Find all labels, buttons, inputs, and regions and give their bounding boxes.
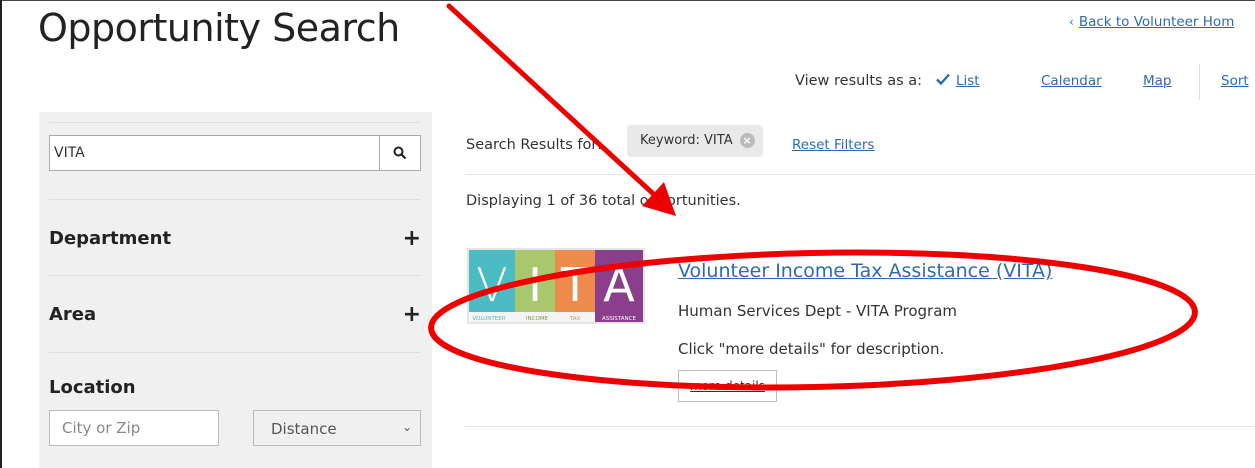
keyword-search-input[interactable] <box>50 136 384 170</box>
chevron-down-icon: ⌄ <box>401 420 412 434</box>
sidebar-divider <box>49 122 421 123</box>
svg-text:V: V <box>476 258 507 312</box>
facet-department-label[interactable]: Department <box>49 228 171 249</box>
result-item-divider <box>465 426 1255 427</box>
results-divider <box>465 174 1255 175</box>
back-link-label: Back to Volunteer Hom <box>1078 14 1235 30</box>
plus-icon[interactable]: + <box>403 304 421 326</box>
opportunity-title-link[interactable]: Volunteer Income Tax Assistance (VITA) <box>678 260 1052 282</box>
plus-icon[interactable]: + <box>403 228 421 250</box>
sidebar-divider <box>49 199 421 200</box>
facet-location-label: Location <box>49 377 136 398</box>
opportunity-description: Click "more details" for description. <box>678 340 945 358</box>
svg-text:INCOME: INCOME <box>526 316 549 322</box>
search-results-for-label: Search Results for: <box>466 137 602 153</box>
svg-text:ASSISTANCE: ASSISTANCE <box>602 316 637 322</box>
svg-text:A: A <box>603 258 635 312</box>
back-to-volunteer-home-link[interactable]: ‹ Back to Volunteer Hom <box>1069 14 1234 30</box>
sidebar-divider <box>49 275 421 276</box>
filter-sidebar: Department + Area + Location Distance ⌄ <box>39 112 432 468</box>
reset-filters-link[interactable]: Reset Filters <box>792 137 874 153</box>
view-list-link[interactable]: List <box>956 73 980 89</box>
facet-area-label[interactable]: Area <box>49 304 96 325</box>
sort-link[interactable]: Sort <box>1221 73 1249 89</box>
window-top-border <box>0 0 1255 1</box>
opportunity-department: Human Services Dept - VITA Program <box>678 302 958 320</box>
search-button[interactable] <box>379 136 420 170</box>
checkmark-icon <box>936 73 950 86</box>
keyword-search-box <box>49 135 421 171</box>
view-results-label: View results as a: <box>795 73 923 89</box>
results-count-text: Displaying 1 of 36 total opportunities. <box>466 193 741 209</box>
view-calendar-link[interactable]: Calendar <box>1041 73 1102 89</box>
svg-text:I: I <box>528 258 542 312</box>
page-title: Opportunity Search <box>38 6 400 50</box>
vita-logo[interactable]: V I T A VOLUNTEER INCOME TAX ASSISTANCE <box>467 248 645 324</box>
svg-text:TAX: TAX <box>569 316 581 322</box>
search-icon <box>393 146 407 160</box>
keyword-filter-chip-label: Keyword: VITA <box>640 133 733 148</box>
city-or-zip-input[interactable] <box>49 410 219 446</box>
sidebar-divider <box>49 352 421 353</box>
more-details-button[interactable]: more details <box>678 370 777 402</box>
view-bar-divider <box>1199 64 1200 100</box>
svg-text:VOLUNTEER: VOLUNTEER <box>472 316 505 322</box>
distance-select-value: Distance <box>271 420 337 438</box>
chevron-left-icon: ‹ <box>1069 15 1074 29</box>
svg-text:T: T <box>560 258 590 312</box>
distance-select[interactable]: Distance ⌄ <box>253 410 421 446</box>
view-map-link[interactable]: Map <box>1143 73 1172 89</box>
window-left-border <box>0 0 2 468</box>
remove-filter-icon[interactable]: × <box>739 133 755 148</box>
keyword-filter-chip[interactable]: Keyword: VITA × <box>627 125 763 157</box>
annotation-arrow-line <box>446 3 663 203</box>
